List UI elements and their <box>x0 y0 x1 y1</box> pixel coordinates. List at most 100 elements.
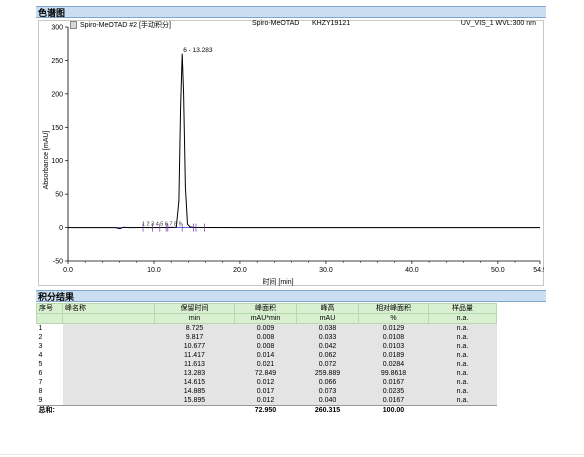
table-cell: 6 <box>38 370 43 377</box>
table-cell: 7 <box>38 379 43 386</box>
table-cell: 0.042 <box>296 342 359 351</box>
column-header: 峰高 <box>296 303 359 314</box>
table-cell: 0.040 <box>296 396 359 406</box>
table-cell: 0.014 <box>234 351 297 360</box>
column-header: 相对峰面积 <box>358 303 429 314</box>
table-cell <box>62 369 155 378</box>
table-cell <box>62 387 155 396</box>
y-tick-label: 100 <box>51 158 63 165</box>
table-cell: 8.725 <box>154 323 235 333</box>
x-tick-label: 10.0 <box>147 267 161 274</box>
table-cell <box>62 351 155 360</box>
column-header: mAU*min <box>234 313 297 324</box>
table-cell: 72.849 <box>234 369 297 378</box>
table-row: 2 9.817 0.008 0.033 0.0108 n.a. <box>37 333 497 342</box>
table-cell: 0.0189 <box>358 351 429 360</box>
chart-section-header: 色谱图 <box>36 6 546 18</box>
table-cell: 14.615 <box>154 378 235 387</box>
table-cell: 0.008 <box>234 333 297 342</box>
table-cell: 99.8618 <box>358 369 429 378</box>
integration-results-table: 序号 峰名称 保留时间 峰面积 峰高 相对峰面积 样品量 min mAU*min mAU% n.a.… <box>36 303 497 415</box>
peak-label: 6 - 13.283 <box>183 47 213 54</box>
x-tick-label: 54.9 <box>533 267 544 274</box>
table-cell: 0.009 <box>234 323 297 333</box>
total-cell: 260.315 <box>296 405 359 415</box>
column-header: min <box>154 313 235 324</box>
table-total-row: 总和: 72.950 260.315 100.00 <box>36 405 497 415</box>
x-tick-label: 0.0 <box>63 267 73 274</box>
table-cell: 11.417 <box>154 351 235 360</box>
table-cell: 1 <box>38 325 43 332</box>
peak-marker-labels: 1 2 3 4 5 6 7 8 9 <box>142 222 182 228</box>
column-header: n.a. <box>428 313 497 324</box>
table-cell: 15.895 <box>154 396 235 406</box>
table-cell: 14.885 <box>154 387 235 396</box>
table-cell: 0.033 <box>296 333 359 342</box>
total-cell <box>428 405 497 415</box>
table-cell: 3 <box>38 343 43 350</box>
table-cell: n.a. <box>428 342 497 351</box>
table-cell <box>62 342 155 351</box>
column-header <box>62 313 155 324</box>
table-cell: 11.613 <box>154 360 235 369</box>
table-cell: 9 <box>38 397 43 404</box>
table-cell <box>62 378 155 387</box>
y-tick-label: 150 <box>51 125 63 132</box>
y-tick-label: 300 <box>51 25 63 32</box>
table-cell <box>62 396 155 406</box>
chromatogram-chart: Absorbance [mAU] 时间 [min] -50 0 50 100 150 20… <box>43 25 544 287</box>
total-cell: 100.00 <box>358 405 429 415</box>
table-cell: n.a. <box>428 396 497 406</box>
table-cell: 0.0167 <box>358 396 429 406</box>
table-cell <box>62 360 155 369</box>
chromatogram-trace <box>68 53 540 230</box>
table-row: 3 10.677 0.008 0.042 0.0103 n.a. <box>37 342 497 351</box>
table-cell: 9.817 <box>154 333 235 342</box>
table-cell: n.a. <box>428 387 497 396</box>
table-cell: 0.0284 <box>358 360 429 369</box>
y-axis-label: Absorbance [mAU] <box>43 131 50 190</box>
total-cell: 总和: <box>36 405 63 415</box>
x-tick-label: 40.0 <box>405 267 419 274</box>
table-row: 9 15.895 0.012 0.040 0.0167 n.a. <box>37 396 497 406</box>
table-row: 1 8.725 0.009 0.038 0.0129 n.a. <box>37 323 497 333</box>
table-cell: 10.677 <box>154 342 235 351</box>
table-cell: 0.017 <box>234 387 297 396</box>
total-cell <box>62 405 155 415</box>
x-tick-label: 20.0 <box>233 267 247 274</box>
results-section-header: 积分结果 <box>36 290 546 302</box>
table-cell: n.a. <box>428 333 497 342</box>
total-cell: 72.950 <box>234 405 297 415</box>
column-header: 样品量 <box>428 303 497 314</box>
table-cell: 8 <box>38 388 43 395</box>
y-tick-label: 50 <box>55 192 63 199</box>
table-cell: 0.008 <box>234 342 297 351</box>
table-header-row: 序号 峰名称 保留时间 峰面积 峰高 相对峰面积 样品量 <box>36 303 497 314</box>
column-header: % <box>358 313 429 324</box>
table-cell: 259.889 <box>296 369 359 378</box>
table-cell <box>62 333 155 342</box>
table-cell: 0.012 <box>234 378 297 387</box>
table-cell: n.a. <box>428 351 497 360</box>
y-tick-label: 200 <box>51 91 63 98</box>
table-cell: 4 <box>38 352 43 359</box>
column-header: 序号 <box>36 303 63 314</box>
y-tick-label: -50 <box>53 259 63 266</box>
table-row: 4 11.417 0.014 0.062 0.0189 n.a. <box>37 351 497 360</box>
table-cell: 2 <box>38 334 43 341</box>
table-cell: 0.072 <box>296 360 359 369</box>
table-cell: 0.066 <box>296 378 359 387</box>
table-cell: n.a. <box>428 378 497 387</box>
x-axis-label: 时间 [min] <box>262 277 293 286</box>
column-header: 保留时间 <box>154 303 235 314</box>
table-cell: 0.021 <box>234 360 297 369</box>
table-row: 6 13.283 72.849 259.889 99.8618 n.a. <box>37 369 497 378</box>
column-header <box>36 313 63 324</box>
column-header: 峰面积 <box>234 303 297 314</box>
y-tick-label: 250 <box>51 58 63 65</box>
page-divider <box>0 454 584 455</box>
table-cell: 0.0103 <box>358 342 429 351</box>
table-cell: 0.0129 <box>358 323 429 333</box>
table-cell: 0.0108 <box>358 333 429 342</box>
table-cell: 5 <box>38 361 43 368</box>
